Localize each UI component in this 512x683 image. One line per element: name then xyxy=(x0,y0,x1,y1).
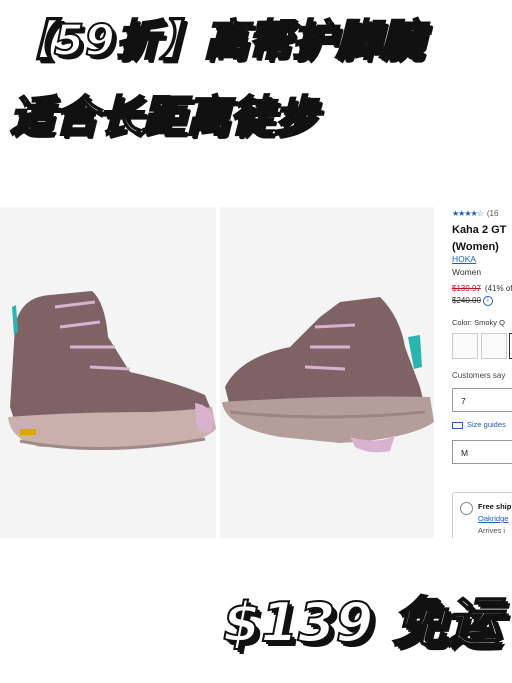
size-select[interactable]: 7 xyxy=(452,388,512,412)
stars-icon: ★★★★☆ xyxy=(452,209,484,218)
headline-line-1: 【59折】高帮护脚腕 xyxy=(9,16,424,66)
discount-percent: (41% of xyxy=(484,284,512,293)
shipping-arrival: Arrives i xyxy=(478,526,506,535)
original-price: $240.00 i xyxy=(452,296,493,306)
shipping-option[interactable]: Free ship Oakridge Arrives i xyxy=(452,492,512,538)
product-title-line-1: Kaha 2 GT xyxy=(452,224,507,236)
ruler-icon xyxy=(452,421,463,429)
width-select[interactable]: M xyxy=(452,440,512,464)
product-page-screenshot: ★★★★☆ (16 Kaha 2 GT (Women) HOKA Women $1… xyxy=(0,207,512,538)
original-price-value: $240.00 xyxy=(452,296,481,306)
product-image-side-view[interactable] xyxy=(0,207,216,538)
boot-angle-illustration xyxy=(222,297,434,453)
product-category: Women xyxy=(452,267,482,277)
color-label: Color: Smoky Q xyxy=(452,318,505,327)
shipping-title: Free ship xyxy=(478,502,512,511)
size-guides-label: Size guides xyxy=(467,420,506,429)
sale-price: $139.97 (41% of xyxy=(452,284,512,293)
product-info-panel: ★★★★☆ (16 Kaha 2 GT (Women) HOKA Women $1… xyxy=(452,207,512,538)
product-title: Kaha 2 GT (Women) xyxy=(452,222,506,256)
customers-say-label: Customers say xyxy=(452,371,506,380)
sale-price-value: $139.97 xyxy=(452,284,481,293)
color-swatch-1[interactable] xyxy=(452,333,478,359)
size-guides-link[interactable]: Size guides xyxy=(452,420,506,429)
price-banner: $139 免运 xyxy=(222,591,501,654)
rating-count: (16 xyxy=(486,209,499,218)
shipping-store-link[interactable]: Oakridge xyxy=(478,514,508,523)
headline-line-2: 适合长距离徒步 xyxy=(9,92,318,142)
color-swatch-2[interactable] xyxy=(481,333,507,359)
boot-side-illustration xyxy=(8,291,216,450)
info-icon[interactable]: i xyxy=(482,296,493,306)
rating-stars[interactable]: ★★★★☆ (16 xyxy=(452,209,498,218)
product-image-angle-view[interactable] xyxy=(220,207,434,538)
shipping-radio[interactable] xyxy=(460,502,473,515)
brand-link[interactable]: HOKA xyxy=(452,254,476,264)
